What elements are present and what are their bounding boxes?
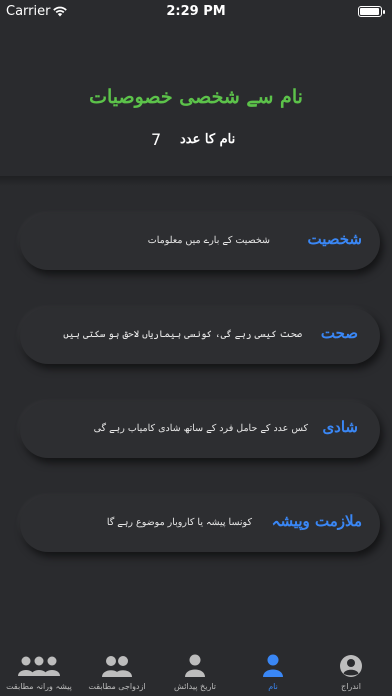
profile-circle-icon xyxy=(340,655,362,677)
card-personality[interactable]: شخصیت شخصیت کے بارے میں معلومات xyxy=(20,214,380,270)
card-title: شادی xyxy=(322,418,358,436)
card-health[interactable]: صحت صحت کیسی رہے گی، کونسی بیماریاں لاحق… xyxy=(20,308,380,364)
tab-label: پیشہ ورانہ مطابقت xyxy=(6,682,72,691)
tab-name[interactable]: نام xyxy=(234,646,312,696)
tab-registration[interactable]: اندراج xyxy=(312,646,390,696)
card-title: شخصیت xyxy=(307,230,362,248)
tab-label: ازدواجی مطابقت xyxy=(88,682,146,691)
person-icon xyxy=(263,654,283,677)
status-time: 2:29 PM xyxy=(166,4,226,19)
card-marriage[interactable]: شادی کس عدد کے حامل فرد کے ساتھ شادی کام… xyxy=(20,402,380,458)
tab-professional-compatibility[interactable]: پیشہ ورانہ مطابقت xyxy=(0,646,78,696)
card-subtitle: صحت کیسی رہے گی، کونسی بیماریاں لاحق ہو … xyxy=(63,329,302,340)
battery-icon xyxy=(358,6,385,17)
name-number-label: نام کا عدد xyxy=(180,132,236,147)
status-bar: Carrier 2:29 PM xyxy=(0,0,392,24)
person-icon xyxy=(185,654,205,677)
card-subtitle: کس عدد کے حامل فرد کے ساتھ شادی کامیاب ر… xyxy=(93,423,308,434)
page-title: نام سے شخصی خصوصیات xyxy=(89,86,303,108)
card-title: ملازمت وپیشہ xyxy=(271,512,362,530)
header-divider xyxy=(0,176,392,186)
couple-icon xyxy=(102,656,132,677)
card-subtitle: کونسا پیشہ یا کاروبار موضوع رہے گا xyxy=(106,517,252,528)
tab-bar: پیشہ ورانہ مطابقت ازدواجی مطابقت تاریخ پ… xyxy=(0,646,392,696)
tab-label: نام xyxy=(268,682,278,691)
card-career[interactable]: ملازمت وپیشہ کونسا پیشہ یا کاروبار موضوع… xyxy=(20,496,380,552)
group-icon xyxy=(18,656,60,676)
tab-marital-compatibility[interactable]: ازدواجی مطابقت xyxy=(78,646,156,696)
tab-label: تاریخ پیدائش xyxy=(174,682,216,691)
tab-label: اندراج xyxy=(341,682,361,691)
header: نام سے شخصی خصوصیات 7 نام کا عدد xyxy=(0,24,392,174)
name-number-value: 7 xyxy=(151,130,162,149)
tab-birth-date[interactable]: تاریخ پیدائش xyxy=(156,646,234,696)
name-number-row: 7 نام کا عدد xyxy=(0,130,392,154)
card-title: صحت xyxy=(320,324,358,342)
card-subtitle: شخصیت کے بارے میں معلومات xyxy=(147,235,270,246)
